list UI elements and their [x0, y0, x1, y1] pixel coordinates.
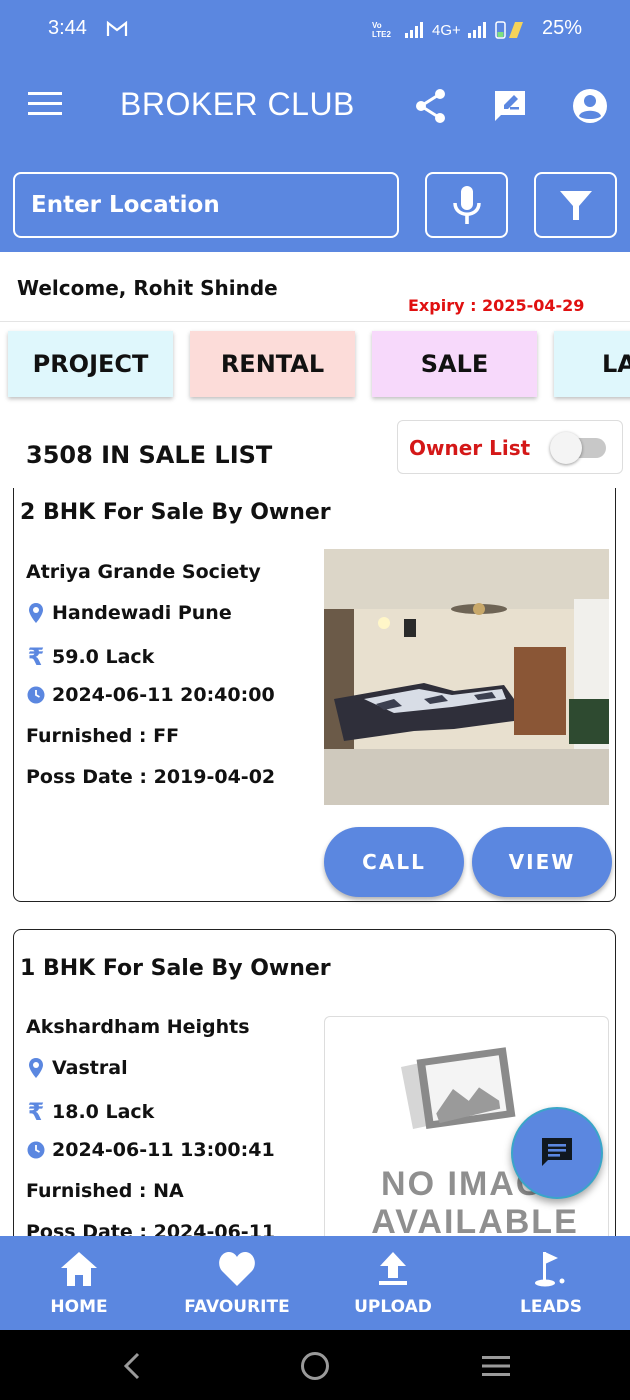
category-tabs: PROJECT RENTAL SALE LA [0, 322, 630, 406]
nav-leads[interactable]: LEADS [472, 1236, 630, 1330]
category-sale[interactable]: SALE [372, 331, 537, 397]
switch-knob[interactable] [550, 432, 582, 464]
home-icon [61, 1252, 97, 1286]
back-icon[interactable] [120, 1352, 144, 1380]
listing-title: 1 BHK For Sale By Owner [20, 956, 331, 981]
call-button[interactable]: CALL [324, 827, 464, 897]
status-time: 3:44 [48, 17, 87, 39]
location-search-input[interactable]: Enter Location [13, 172, 399, 238]
rupee-icon: ₹ [27, 1098, 45, 1126]
listing-card[interactable]: 2 BHK For Sale By Owner Atriya Grande So… [13, 488, 616, 902]
nav-favourite[interactable]: FAVOURITE [158, 1236, 316, 1330]
nav-home-label: HOME [50, 1297, 108, 1317]
welcome-strip: Welcome, Rohit Shinde Expiry : 2025-04-2… [0, 252, 630, 322]
view-button[interactable]: VIEW [472, 827, 612, 897]
nav-favourite-label: FAVOURITE [184, 1297, 290, 1317]
listing-poss-date: Poss Date : 2024-06-11 [26, 1221, 276, 1236]
sale-list-count: 3508 IN SALE LIST [26, 441, 273, 469]
app-header: 3:44 Vo LTE2 4G+ 25% BROKER CLUB Enter L… [0, 0, 630, 252]
chat-icon [542, 1138, 572, 1166]
listing-poss-date: Poss Date : 2019-04-02 [26, 766, 276, 788]
network-type: 4G+ [432, 21, 461, 39]
category-project[interactable]: PROJECT [8, 331, 173, 397]
menu-icon[interactable] [28, 92, 64, 122]
listing-society: Akshardham Heights [26, 1016, 250, 1038]
filter-button[interactable] [534, 172, 617, 238]
system-nav-bar [0, 1330, 630, 1400]
chat-fab-button[interactable] [511, 1107, 603, 1199]
app-title: BROKER CLUB [120, 86, 355, 122]
listing-location: Vastral [26, 1057, 128, 1079]
bottom-nav: HOME FAVOURITE UPLOAD LEADS [0, 1236, 630, 1330]
recents-icon[interactable] [480, 1354, 512, 1378]
upload-icon [379, 1252, 407, 1285]
owner-list-toggle[interactable]: Owner List [397, 420, 623, 474]
listing-title: 2 BHK For Sale By Owner [20, 500, 331, 525]
share-icon[interactable] [414, 88, 448, 128]
home-circle-icon[interactable] [300, 1351, 330, 1381]
listing-furnished: Furnished : FF [26, 725, 180, 747]
heart-icon [219, 1252, 255, 1286]
nav-leads-label: LEADS [520, 1297, 582, 1317]
filter-icon [559, 191, 592, 220]
listing-datetime: 2024-06-11 20:40:00 [26, 684, 275, 706]
mic-icon [452, 186, 481, 224]
rupee-icon: ₹ [27, 643, 45, 671]
owner-list-label: Owner List [409, 436, 531, 460]
listing-card[interactable]: 1 BHK For Sale By Owner Akshardham Heigh… [13, 929, 616, 1236]
gmail-icon [106, 20, 128, 42]
listing-furnished: Furnished : NA [26, 1180, 184, 1202]
signal-icon [405, 22, 423, 38]
listing-photo[interactable] [324, 549, 609, 805]
nav-home[interactable]: HOME [0, 1236, 158, 1330]
clock-icon [26, 686, 46, 704]
golf-flag-icon [535, 1252, 565, 1287]
listing-location: Handewadi Pune [26, 602, 232, 624]
category-land[interactable]: LA [554, 331, 630, 397]
welcome-text: Welcome, Rohit Shinde [17, 276, 278, 300]
category-rental[interactable]: RENTAL [190, 331, 355, 397]
battery-percent: 25% [541, 17, 582, 39]
signal-icon-2 [467, 22, 486, 38]
listing-price: ₹ 18.0 Lack [27, 1098, 155, 1126]
image-placeholder-icon [401, 1047, 516, 1130]
chat-edit-icon[interactable] [492, 88, 528, 128]
battery-icon [495, 21, 523, 39]
listing-society: Atriya Grande Society [26, 561, 261, 583]
location-pin-icon [26, 1057, 46, 1079]
mic-button[interactable] [425, 172, 508, 238]
nav-upload-label: UPLOAD [354, 1297, 432, 1317]
nav-upload[interactable]: UPLOAD [314, 1236, 472, 1330]
lte-label: Vo LTE2 [372, 21, 391, 39]
listing-price: ₹ 59.0 Lack [27, 643, 155, 671]
clock-icon [26, 1141, 46, 1159]
status-bar: 3:44 Vo LTE2 4G+ 25% [0, 0, 630, 60]
app-bar: BROKER CLUB [0, 70, 630, 146]
profile-icon[interactable] [572, 88, 608, 128]
no-image-line2: AVAILABLE [371, 1203, 579, 1236]
listing-datetime: 2024-06-11 13:00:41 [26, 1139, 275, 1161]
location-pin-icon [26, 602, 46, 624]
expiry-text: Expiry : 2025-04-29 [408, 296, 585, 315]
status-icons: Vo LTE2 4G+ [372, 20, 525, 40]
